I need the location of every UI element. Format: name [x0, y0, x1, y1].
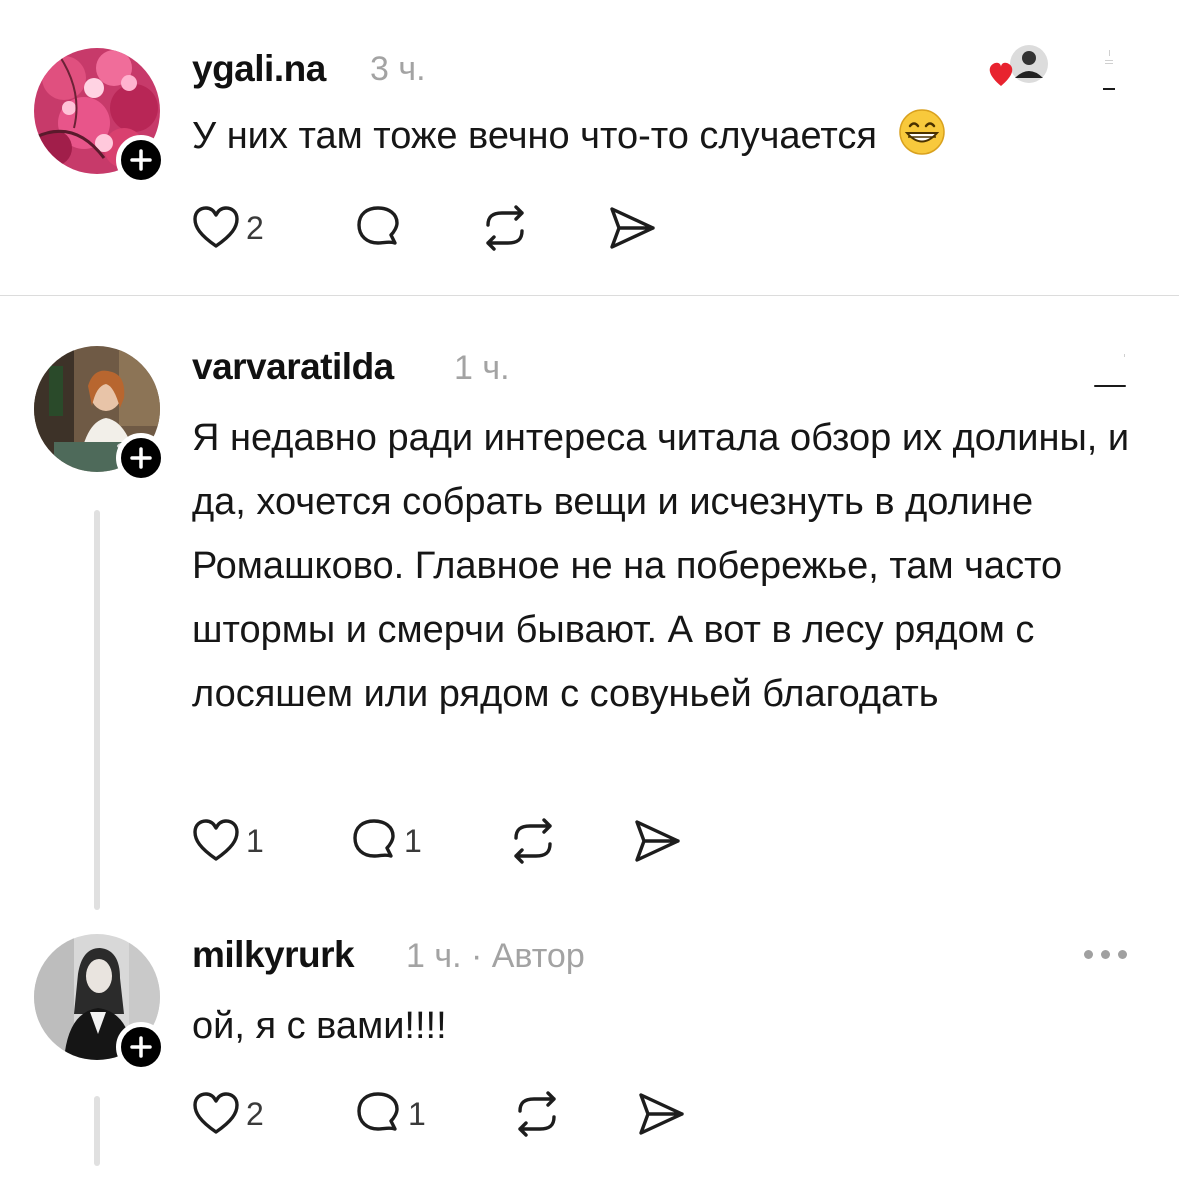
repost-button[interactable]: [512, 1091, 562, 1137]
scroll-indicator: [1094, 354, 1126, 387]
comment-text: ой, я с вами!!!!: [192, 1005, 447, 1047]
plus-icon: [130, 1036, 152, 1058]
reply-button[interactable]: [354, 205, 402, 251]
share-button[interactable]: [607, 205, 657, 251]
comment-ygali: ygali.na 3 ч. У них там тоже вечно что-т…: [0, 0, 1179, 295]
more-icon-dot: [1118, 950, 1127, 959]
like-button[interactable]: 2: [192, 205, 264, 251]
reply-button[interactable]: 1: [354, 1091, 426, 1137]
username[interactable]: varvaratilda: [192, 346, 394, 388]
repost-icon: [486, 205, 524, 251]
scroll-indicator: [1103, 50, 1115, 94]
speech-bubble-icon: [357, 1092, 399, 1131]
timestamp: 1 ч.: [406, 937, 462, 975]
thread-line: [94, 510, 100, 910]
like-button[interactable]: 1: [192, 818, 264, 864]
repost-icon: [514, 818, 552, 864]
comment-text-content: У них там тоже вечно что-то случается: [192, 115, 877, 157]
plus-icon: [130, 149, 152, 171]
like-button[interactable]: 2: [192, 1091, 264, 1137]
thread-line: [94, 1096, 100, 1166]
timestamp: 3 ч.: [370, 50, 426, 88]
speech-bubble-icon: [357, 206, 399, 245]
like-count: 2: [246, 209, 264, 246]
like-count: 2: [246, 1095, 264, 1132]
comment-text: Я недавно ради интереса читала обзор их …: [192, 417, 1130, 715]
plus-icon: [130, 447, 152, 469]
comment-meta: 1 ч. · Автор: [406, 937, 585, 976]
comment-milkyrurk: milkyrurk 1 ч. · Автор ой, я с вами!!!! …: [0, 916, 1179, 1186]
repost-button[interactable]: [508, 818, 558, 864]
username[interactable]: milkyrurk: [192, 934, 355, 976]
username[interactable]: ygali.na: [192, 48, 326, 90]
liked-by-author-indicator: [987, 42, 1057, 92]
heart-icon: [193, 206, 239, 248]
send-icon: [635, 820, 680, 862]
heart-icon: [193, 1092, 239, 1134]
reply-count: 1: [408, 1095, 426, 1132]
more-options-button[interactable]: [1084, 950, 1127, 959]
send-icon: [610, 207, 655, 249]
follow-button[interactable]: [116, 135, 166, 185]
reply-button[interactable]: 1: [350, 818, 422, 864]
like-count: 1: [246, 822, 264, 859]
follow-button[interactable]: [116, 1022, 166, 1072]
repost-button[interactable]: [480, 205, 530, 251]
author-label: Автор: [491, 937, 585, 975]
timestamp: 1 ч.: [454, 349, 510, 387]
more-icon-dot: [1101, 950, 1110, 959]
reply-count: 1: [404, 822, 422, 859]
grinning-emoji: [898, 108, 946, 176]
share-button[interactable]: [636, 1091, 686, 1137]
comment-text: У них там тоже вечно что-то случается: [192, 104, 1092, 176]
speech-bubble-icon: [353, 819, 395, 858]
send-icon: [639, 1093, 684, 1135]
repost-icon: [518, 1091, 556, 1137]
meta-separator: ·: [470, 937, 483, 975]
more-icon-dot: [1084, 950, 1093, 959]
comment-varvaratilda: varvaratilda 1 ч. Я недавно ради интерес…: [0, 296, 1179, 916]
share-button[interactable]: [632, 818, 682, 864]
heart-icon: [193, 819, 239, 861]
follow-button[interactable]: [116, 433, 166, 483]
heart-with-avatar-icon: [989, 45, 1048, 86]
